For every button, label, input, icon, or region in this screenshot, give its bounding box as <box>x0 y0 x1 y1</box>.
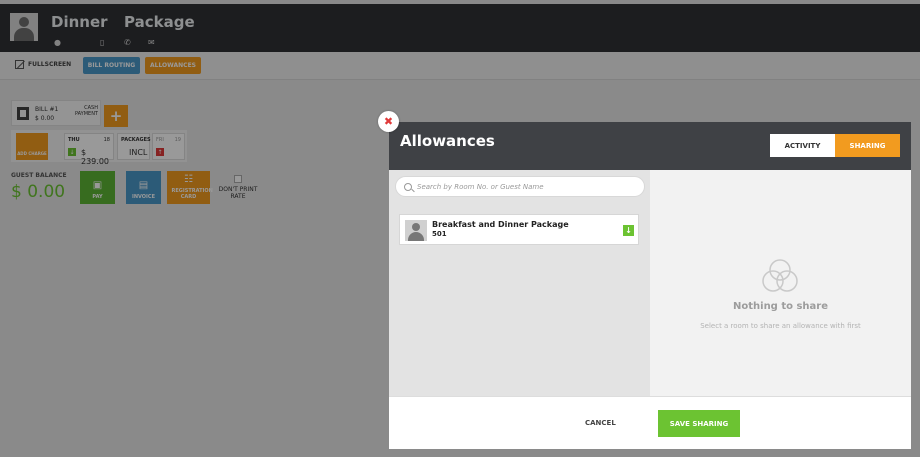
search-icon <box>404 182 412 191</box>
select-room-icon[interactable]: ↓ <box>623 225 634 236</box>
cancel-button[interactable]: CANCEL <box>585 419 616 427</box>
modal-footer: CANCEL SAVE SHARING <box>389 396 911 449</box>
room-guest-name: Breakfast and Dinner Package <box>432 220 569 229</box>
save-sharing-button[interactable]: SAVE SHARING <box>658 410 740 437</box>
close-modal-icon[interactable]: ✖ <box>378 111 399 132</box>
modal-title: Allowances <box>400 132 495 150</box>
allowances-modal: Allowances ACTIVITY SHARING Breakfast an… <box>389 122 911 449</box>
share-empty-icon <box>762 259 798 292</box>
empty-state-title: Nothing to share <box>733 301 828 312</box>
room-guest-avatar <box>405 220 427 241</box>
modal-header: Allowances ACTIVITY SHARING <box>389 122 911 170</box>
tab-sharing[interactable]: SHARING <box>835 134 900 157</box>
tab-activity[interactable]: ACTIVITY <box>770 134 835 157</box>
share-panel: Nothing to share Select a room to share … <box>650 170 911 396</box>
room-search[interactable] <box>395 176 645 197</box>
room-list-panel: Breakfast and Dinner Package 501 ↓ <box>389 170 650 396</box>
empty-state-subtitle: Select a room to share an allowance with… <box>700 322 861 330</box>
room-list-item[interactable]: Breakfast and Dinner Package 501 ↓ <box>399 214 639 245</box>
search-input[interactable] <box>417 182 617 191</box>
room-number: 501 <box>432 230 447 238</box>
